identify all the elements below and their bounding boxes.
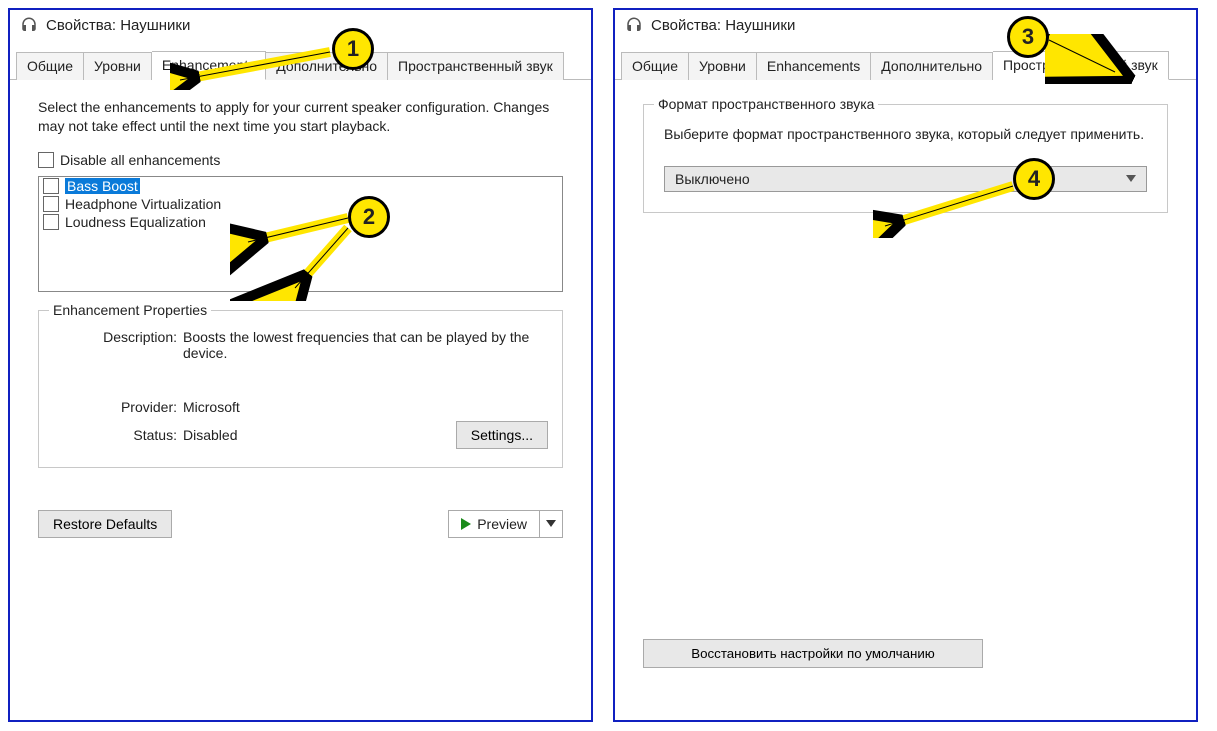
list-item-label: Bass Boost <box>65 178 140 194</box>
window-spatial-sound: Свойства: Наушники Общие Уровни Enhancem… <box>613 8 1198 722</box>
checkbox[interactable] <box>43 178 59 194</box>
provider-value: Microsoft <box>183 399 548 415</box>
tab-spatial[interactable]: Пространственный звук <box>388 52 564 80</box>
list-item-label: Headphone Virtualization <box>65 196 221 212</box>
headphones-icon <box>625 16 643 34</box>
annotation-marker-2: 2 <box>348 196 390 238</box>
disable-all-label: Disable all enhancements <box>60 152 220 168</box>
group-title: Enhancement Properties <box>49 302 211 318</box>
tab-general[interactable]: Общие <box>16 52 84 80</box>
preview-label: Preview <box>477 516 527 532</box>
checkbox[interactable] <box>43 196 59 212</box>
restore-defaults-button[interactable]: Восстановить настройки по умолчанию <box>643 639 983 668</box>
settings-button[interactable]: Settings... <box>456 421 548 449</box>
checkbox[interactable] <box>43 214 59 230</box>
annotation-arrow-2a <box>230 206 360 301</box>
annotation-arrow-1 <box>170 40 340 90</box>
play-icon <box>461 518 471 530</box>
provider-label: Provider: <box>53 399 183 415</box>
tab-enhancements[interactable]: Enhancements <box>757 52 871 80</box>
chevron-down-icon <box>1126 175 1136 182</box>
chevron-down-icon <box>546 520 556 527</box>
window-title: Свойства: Наушники <box>651 17 795 34</box>
headphones-icon <box>20 16 38 34</box>
window-enhancements: Свойства: Наушники Общие Уровни Enhancem… <box>8 8 593 722</box>
group-instructions: Выберите формат пространственного звука,… <box>664 125 1147 144</box>
tab-panel-spatial: Формат пространственного звука Выберите … <box>615 80 1196 720</box>
tab-levels[interactable]: Уровни <box>84 52 152 80</box>
annotation-marker-3: 3 <box>1007 16 1049 58</box>
description-value: Boosts the lowest frequencies that can b… <box>183 329 548 361</box>
combo-value: Выключено <box>675 171 750 187</box>
group-title: Формат пространственного звука <box>654 96 878 112</box>
enhancement-properties-group: Enhancement Properties Description: Boos… <box>38 310 563 468</box>
annotation-arrow-4 <box>873 178 1023 238</box>
disable-all-row[interactable]: Disable all enhancements <box>38 152 563 168</box>
window-title: Свойства: Наушники <box>46 17 190 34</box>
status-label: Status: <box>53 427 183 443</box>
instructions-text: Select the enhancements to apply for you… <box>38 98 558 136</box>
preview-dropdown[interactable] <box>539 511 562 537</box>
list-item[interactable]: Bass Boost <box>39 177 562 195</box>
tab-general[interactable]: Общие <box>621 52 689 80</box>
preview-button[interactable]: Preview <box>449 511 539 537</box>
titlebar: Свойства: Наушники <box>10 10 591 36</box>
annotation-marker-4: 4 <box>1013 158 1055 200</box>
list-item-label: Loudness Equalization <box>65 214 206 230</box>
restore-defaults-button[interactable]: Restore Defaults <box>38 510 172 538</box>
preview-split-button[interactable]: Preview <box>448 510 563 538</box>
disable-all-checkbox[interactable] <box>38 152 54 168</box>
tab-advanced[interactable]: Дополнительно <box>871 52 993 80</box>
annotation-marker-1: 1 <box>332 28 374 70</box>
status-value: Disabled <box>183 427 237 443</box>
tab-panel-enhancements: Select the enhancements to apply for you… <box>10 80 591 720</box>
description-label: Description: <box>53 329 183 361</box>
tab-levels[interactable]: Уровни <box>689 52 757 80</box>
titlebar: Свойства: Наушники <box>615 10 1196 36</box>
annotation-arrow-3 <box>1045 34 1145 84</box>
